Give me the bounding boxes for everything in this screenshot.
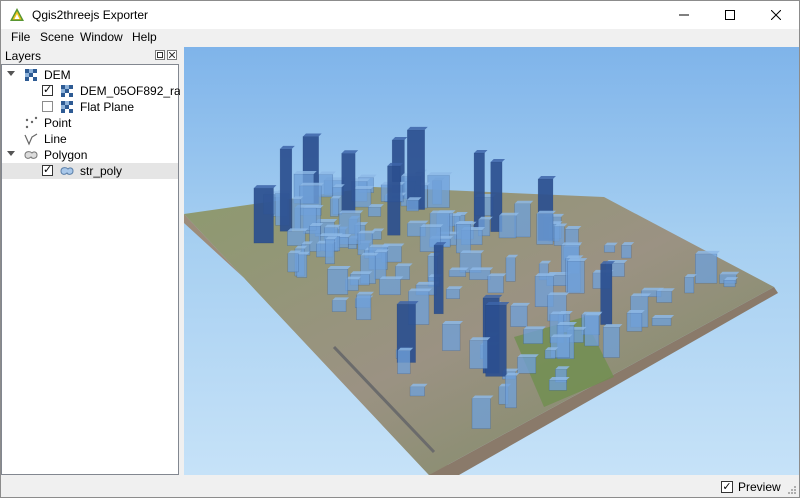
minimize-icon xyxy=(679,14,689,16)
tree-label-line: Line xyxy=(44,132,67,146)
tree-label-dem-raster: DEM_05OF892_ras xyxy=(80,84,187,98)
building xyxy=(327,266,351,295)
building xyxy=(514,200,534,238)
layer-checkbox-dem-raster[interactable]: ✓ xyxy=(42,85,53,96)
layers-dock-header: Layers xyxy=(1,47,180,64)
layer-tree: DEM ✓ DEM_05OF892_ras Flat Plane Point L… xyxy=(1,64,187,475)
building xyxy=(471,395,494,429)
polygon-layer-icon xyxy=(24,151,38,159)
tree-label-point: Point xyxy=(44,116,72,130)
close-button[interactable] xyxy=(753,1,799,29)
title-bar[interactable]: Qgis2threejs Exporter xyxy=(1,1,799,29)
building xyxy=(427,172,453,208)
tree-row-str-poly[interactable]: ✓ str_poly xyxy=(2,163,178,179)
menu-window[interactable]: Window xyxy=(79,30,124,44)
close-icon xyxy=(771,10,781,20)
menu-scene[interactable]: Scene xyxy=(39,30,75,44)
building xyxy=(253,185,277,244)
building xyxy=(485,302,510,377)
expand-arrow-icon[interactable] xyxy=(7,151,15,156)
building xyxy=(517,354,539,374)
menu-bar: File Scene Window Help xyxy=(1,29,799,46)
layer-checkbox-str-poly[interactable]: ✓ xyxy=(42,165,53,176)
raster-layer-icon xyxy=(61,101,73,113)
float-icon xyxy=(157,52,163,58)
building xyxy=(602,324,623,358)
building xyxy=(548,377,570,391)
tree-label-str-poly: str_poly xyxy=(80,164,123,178)
tree-row-dem-raster[interactable]: ✓ DEM_05OF892_ras xyxy=(2,83,187,99)
menu-file[interactable]: File xyxy=(10,30,31,44)
resize-grip-icon[interactable] xyxy=(787,485,797,495)
exporter-window: Qgis2threejs Exporter File Scene Window … xyxy=(0,0,800,498)
tree-label-dem: DEM xyxy=(44,68,71,82)
tree-row-dem[interactable]: DEM xyxy=(2,67,178,83)
menu-help[interactable]: Help xyxy=(131,30,158,44)
layer-checkbox-flat-plane[interactable] xyxy=(42,101,53,112)
preview-3d-viewport[interactable] xyxy=(184,47,799,475)
raster-layer-icon xyxy=(61,85,73,97)
tree-label-flat-plane: Flat Plane xyxy=(80,100,135,114)
city-3d-scene[interactable] xyxy=(184,47,799,475)
expand-arrow-icon[interactable] xyxy=(7,71,15,76)
tree-row-flat-plane[interactable]: Flat Plane xyxy=(2,99,178,115)
building xyxy=(510,302,531,327)
point-layer-icon xyxy=(25,116,38,129)
polygon-layer-icon xyxy=(60,167,74,175)
building xyxy=(469,337,491,369)
qgis-logo-icon xyxy=(10,8,24,21)
preview-label: Preview xyxy=(738,480,781,494)
raster-layer-icon xyxy=(25,69,37,81)
dock-float-button[interactable] xyxy=(155,50,165,60)
minimize-button[interactable] xyxy=(661,1,707,29)
preview-checkbox[interactable]: ✓ xyxy=(721,481,733,493)
status-bar: ✓ Preview xyxy=(1,475,799,497)
building xyxy=(523,326,546,344)
tree-row-point[interactable]: Point xyxy=(2,115,178,131)
building xyxy=(379,276,404,296)
tree-row-polygon[interactable]: Polygon xyxy=(2,147,178,163)
building xyxy=(487,273,507,294)
building xyxy=(407,126,428,210)
building xyxy=(695,250,720,284)
building xyxy=(353,185,374,208)
line-layer-icon xyxy=(24,133,38,146)
building xyxy=(536,210,556,245)
tree-row-line[interactable]: Line xyxy=(2,131,178,147)
layers-dock-title: Layers xyxy=(5,49,42,63)
tree-label-polygon: Polygon xyxy=(44,148,88,162)
building xyxy=(448,267,469,277)
dock-close-button[interactable] xyxy=(167,50,177,60)
maximize-icon xyxy=(725,10,735,20)
close-icon xyxy=(169,52,175,58)
maximize-button[interactable] xyxy=(707,1,753,29)
building xyxy=(651,314,675,326)
building xyxy=(442,320,464,351)
building xyxy=(567,258,588,294)
building xyxy=(498,212,520,239)
window-title: Qgis2threejs Exporter xyxy=(32,8,149,22)
